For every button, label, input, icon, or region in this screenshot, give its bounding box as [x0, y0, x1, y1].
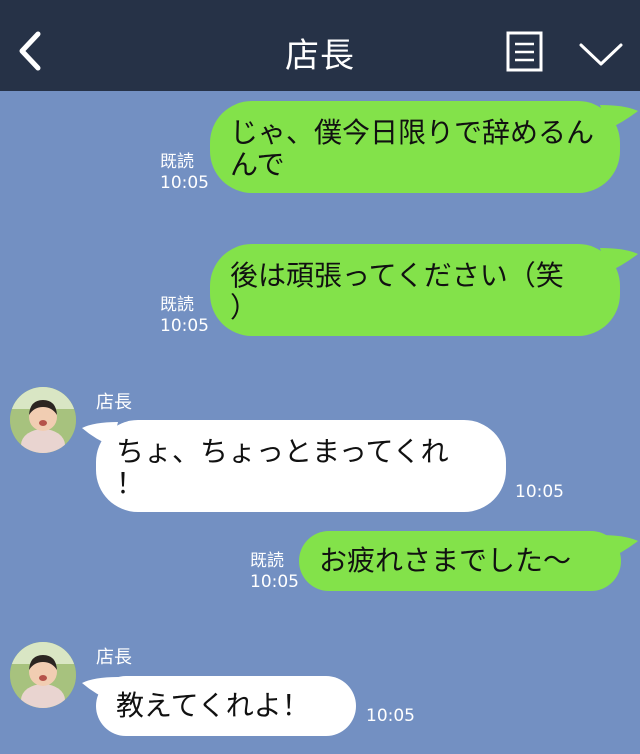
avatar[interactable]	[10, 387, 76, 453]
incoming-message-bubble[interactable]: ちょ、ちょっとまってくれ ！	[96, 420, 506, 512]
read-receipt: 既読 10:05	[160, 295, 209, 337]
chat-header: 店長	[0, 0, 640, 91]
message-text-line: んで	[230, 148, 285, 181]
outgoing-message-bubble[interactable]: お疲れさまでした〜	[299, 531, 621, 591]
incoming-message-bubble[interactable]: 教えてくれよ！	[96, 676, 356, 736]
message-text: 教えてくれよ！	[116, 689, 310, 722]
bubble-tail	[600, 105, 638, 129]
outgoing-message-bubble[interactable]: 後は頑張ってください（笑 ）	[210, 244, 620, 336]
bubble-tail	[600, 248, 638, 272]
message-text-line: ちょ、ちょっとまってくれ	[116, 435, 449, 468]
message-time: 10:05	[515, 482, 564, 502]
read-receipt: 既読 10:05	[160, 152, 209, 194]
message-text-line: 後は頑張ってください（笑	[230, 259, 564, 292]
sender-name: 店長	[96, 392, 132, 413]
message-text-line: ！	[116, 467, 145, 500]
read-receipt: 既読 10:05	[250, 551, 299, 593]
outgoing-message-bubble[interactable]: じゃ、僕今日限りで辞めるん んで	[210, 101, 620, 193]
avatar[interactable]	[10, 642, 76, 708]
read-label: 既読	[160, 295, 194, 315]
message-text-line: ）	[230, 291, 259, 324]
read-label: 既読	[160, 152, 194, 172]
message-time: 10:05	[366, 706, 415, 726]
message-time: 10:05	[160, 173, 209, 193]
message-text: お疲れさまでした〜	[319, 544, 572, 577]
sender-name: 店長	[96, 647, 132, 668]
chat-title: 店長	[285, 36, 355, 76]
child-photo-icon	[10, 642, 76, 708]
bubble-tail	[600, 535, 638, 559]
message-time: 10:05	[250, 572, 299, 592]
child-photo-icon	[10, 387, 76, 453]
chevron-down-icon[interactable]	[578, 40, 624, 68]
read-label: 既読	[250, 551, 284, 571]
message-time: 10:05	[160, 316, 209, 336]
note-icon[interactable]	[506, 31, 543, 72]
message-text-line: じゃ、僕今日限りで辞めるん	[230, 116, 595, 149]
